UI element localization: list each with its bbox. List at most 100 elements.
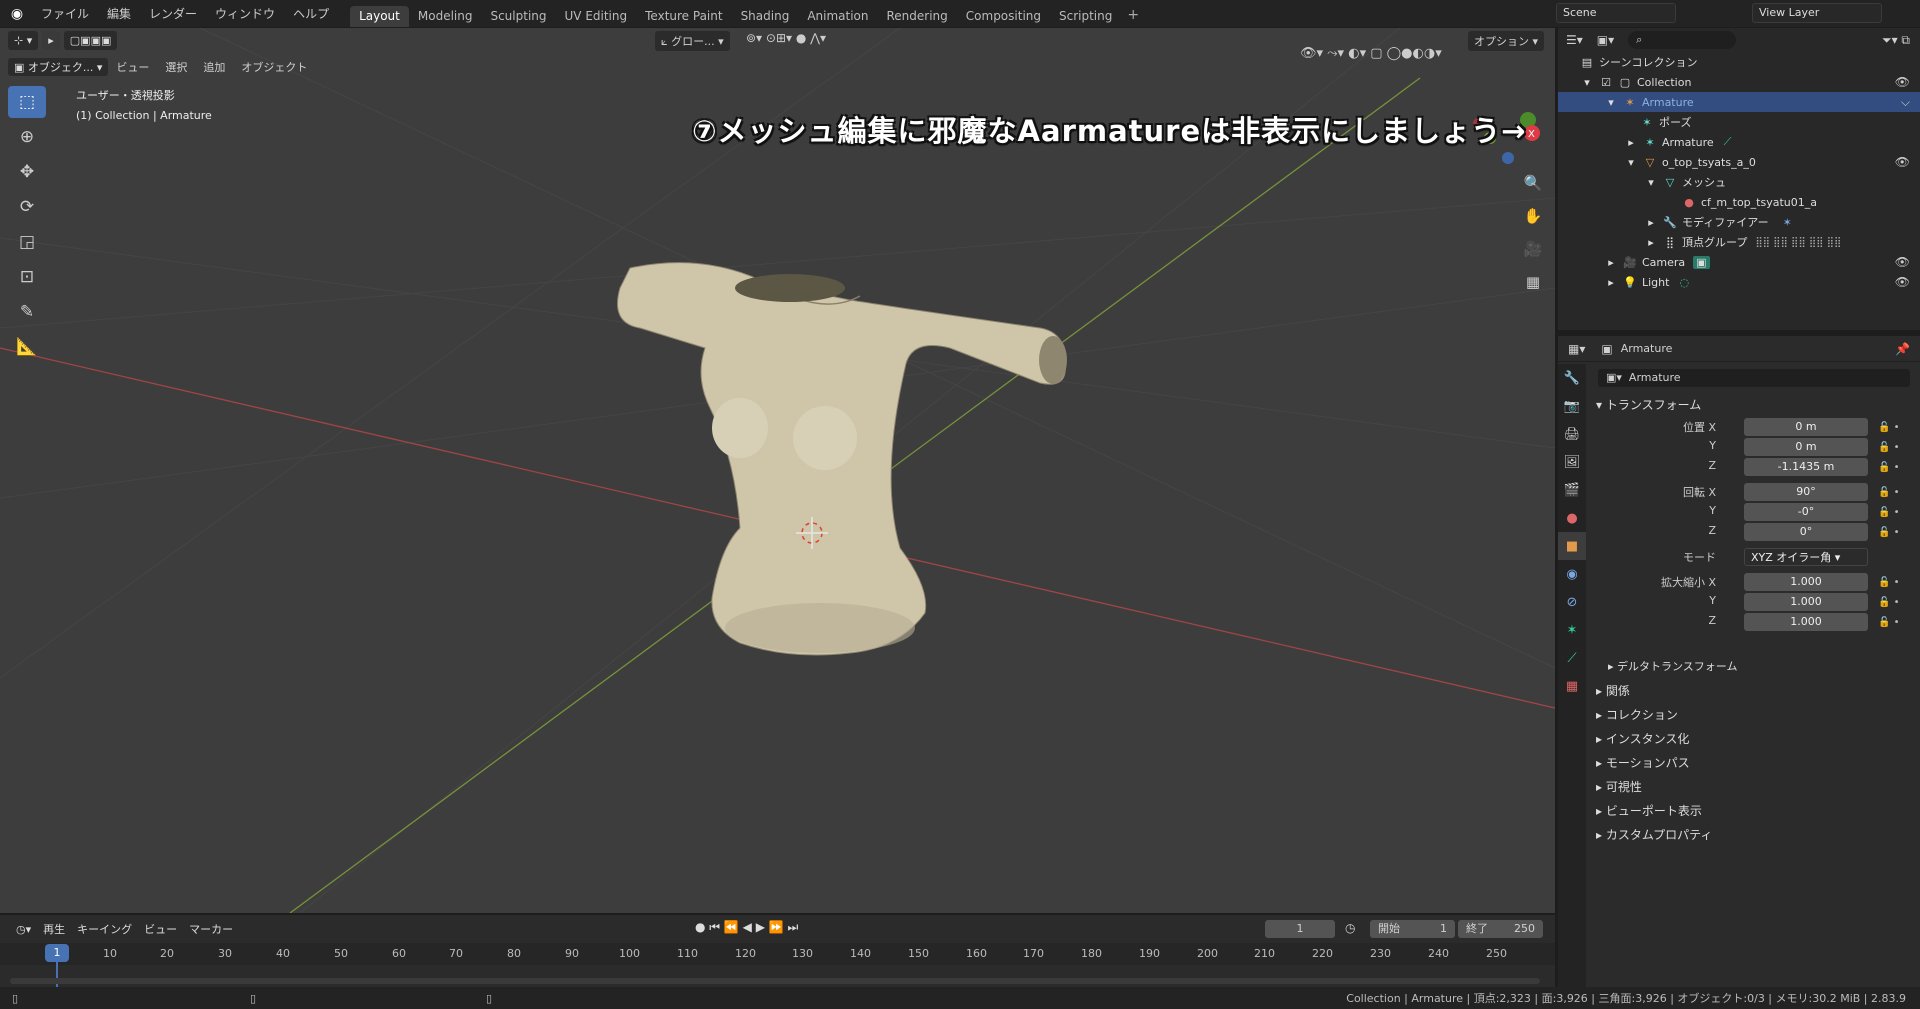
transform-icon[interactable]: ⊡ bbox=[8, 261, 46, 293]
location-z-field[interactable]: -1.1435 m bbox=[1744, 458, 1868, 476]
orientation-dropdown[interactable]: ⟀ グロー... ▾ bbox=[655, 31, 730, 51]
scale-lock-icons[interactable]: 🔓 • 🔓 • 🔓 • bbox=[1878, 573, 1900, 633]
viewport-overlay-icons[interactable]: 👁▾ ⤳▾ ◐▾ ▢ ◯●◐◑▾ bbox=[1300, 46, 1442, 61]
filter-icon[interactable]: ⏷▾ ⧉ bbox=[1882, 33, 1910, 48]
tab-uv-editing[interactable]: UV Editing bbox=[556, 6, 637, 27]
menu-window[interactable]: ウィンドウ bbox=[206, 5, 284, 22]
tab-animation[interactable]: Animation bbox=[798, 6, 877, 27]
tab-layout[interactable]: Layout bbox=[350, 6, 409, 27]
viewport-menu-view[interactable]: ビュー bbox=[108, 59, 157, 75]
outliner-row-mesh[interactable]: ▾ ▽ メッシュ bbox=[1558, 172, 1920, 192]
bone-tab-icon[interactable]: ⟋ bbox=[1558, 644, 1586, 672]
rotation-x-field[interactable]: 90° bbox=[1744, 483, 1868, 501]
clock-icon[interactable]: ◷ bbox=[1345, 921, 1355, 935]
pin-icon[interactable]: 📌 bbox=[1895, 342, 1910, 356]
ortho-grid-icon[interactable]: ▦ bbox=[1518, 267, 1548, 297]
timeline-menu-view[interactable]: ビュー bbox=[138, 921, 183, 937]
timeline-scrollbar[interactable] bbox=[10, 978, 1540, 984]
editor-type-button[interactable]: ⊹ ▾ bbox=[8, 31, 39, 50]
timeline-menu-keying[interactable]: キーイング bbox=[71, 921, 138, 937]
object-tab-icon[interactable]: ■ bbox=[1558, 532, 1586, 560]
end-frame-field[interactable]: 終了 250 bbox=[1458, 920, 1543, 938]
outliner-row-modifiers[interactable]: ▸ 🔧 モディファイアー ✶ bbox=[1558, 212, 1920, 232]
tab-scripting[interactable]: Scripting bbox=[1050, 6, 1121, 27]
outliner-row-light[interactable]: ▸ 💡 Light ◌ 👁 bbox=[1558, 272, 1920, 292]
outliner-row-armature[interactable]: ▾ ✶ Armature ⌵ bbox=[1558, 92, 1920, 112]
scene-collection-row[interactable]: ▤ シーンコレクション bbox=[1558, 52, 1920, 72]
display-mode-icon[interactable]: ▣▾ bbox=[1597, 33, 1614, 47]
location-x-field[interactable]: 0 m bbox=[1744, 418, 1868, 436]
outliner-row-collection[interactable]: ▾ ☑ ▢ Collection 👁 bbox=[1558, 72, 1920, 92]
select-mode-icon[interactable]: ▸ bbox=[42, 31, 60, 50]
expand-icon[interactable]: ▾ bbox=[1624, 156, 1638, 169]
expand-icon[interactable]: ▾ bbox=[1580, 76, 1594, 89]
output-tab-icon[interactable]: 🖨 bbox=[1558, 420, 1586, 448]
section-instancing[interactable]: ▸ インスタンス化 bbox=[1596, 730, 1689, 747]
object-data-tab-icon[interactable]: ✶ bbox=[1558, 616, 1586, 644]
expand-icon[interactable]: ▸ bbox=[1604, 276, 1618, 289]
scale-icon[interactable]: ◲ bbox=[8, 226, 46, 258]
outliner-row-vertex-groups[interactable]: ▸ ⣿ 頂点グループ ⣿⣿ ⣿⣿ ⣿⣿ ⣿⣿ ⣿⣿ bbox=[1558, 232, 1920, 252]
checkbox-icon[interactable]: ☑ bbox=[1599, 76, 1613, 89]
hide-toggle-icon[interactable]: ⌵ bbox=[1901, 95, 1910, 110]
scale-y-field[interactable]: 1.000 bbox=[1744, 593, 1868, 611]
expand-icon[interactable]: ▸ bbox=[1624, 136, 1638, 149]
outliner-row-pose[interactable]: ✶ ポーズ bbox=[1558, 112, 1920, 132]
outliner-row-material[interactable]: ● cf_m_top_tsyatu01_a bbox=[1558, 192, 1920, 212]
expand-icon[interactable]: ▸ bbox=[1644, 216, 1658, 229]
expand-icon[interactable]: ▾ bbox=[1604, 96, 1618, 109]
constraints-tab-icon[interactable]: ⊘ bbox=[1558, 588, 1586, 616]
tab-shading[interactable]: Shading bbox=[732, 6, 799, 27]
menu-render[interactable]: レンダー bbox=[140, 5, 206, 22]
render-tab-icon[interactable]: 📷 bbox=[1558, 392, 1586, 420]
timeline-menu-playback[interactable]: 再生 bbox=[37, 921, 71, 937]
options-dropdown[interactable]: オプション ▾ bbox=[1468, 31, 1545, 51]
location-y-field[interactable]: 0 m bbox=[1744, 438, 1868, 456]
rotation-y-field[interactable]: -0° bbox=[1744, 503, 1868, 521]
transform-header[interactable]: ▾ トランスフォーム bbox=[1596, 396, 1701, 413]
pivot-snap-icons[interactable]: ⊚▾ ⊙⊞▾ ● ⋀▾ bbox=[746, 31, 826, 45]
physics-tab-icon[interactable]: ◉ bbox=[1558, 560, 1586, 588]
current-frame-field[interactable]: 1 bbox=[1265, 920, 1335, 938]
3d-viewport[interactable]: X ⊹ ▾ ▸ ▢▣▣▣ ▣ オブジェク... ▾ ビュー 選択 追加 オブジェ… bbox=[0, 28, 1555, 913]
scene-selector[interactable]: Scene bbox=[1556, 3, 1676, 23]
tab-sculpting[interactable]: Sculpting bbox=[481, 6, 555, 27]
outliner-search-input[interactable]: ⌕ bbox=[1628, 31, 1737, 49]
zoom-icon[interactable]: 🔍 bbox=[1518, 168, 1548, 198]
viewport-menu-select[interactable]: 選択 bbox=[157, 59, 195, 75]
scene-tab-icon[interactable]: 🎬 bbox=[1558, 476, 1586, 504]
menu-edit[interactable]: 編集 bbox=[98, 5, 140, 22]
pan-hand-icon[interactable]: ✋ bbox=[1518, 201, 1548, 231]
timeline-ruler[interactable]: 10 20 30 40 50 60 70 80 90 100 110 120 1… bbox=[0, 943, 1555, 965]
cursor-icon[interactable]: ⊕ bbox=[8, 121, 46, 153]
tab-modeling[interactable]: Modeling bbox=[409, 6, 482, 27]
menu-help[interactable]: ヘルプ bbox=[284, 5, 338, 22]
scale-x-field[interactable]: 1.000 bbox=[1744, 573, 1868, 591]
tab-rendering[interactable]: Rendering bbox=[878, 6, 957, 27]
outliner-row-armature-data[interactable]: ▸ ✶ Armature ⟋ bbox=[1558, 132, 1920, 152]
delta-transform-section[interactable]: ▸ デルタトランスフォーム bbox=[1608, 658, 1737, 674]
outliner-row-mesh-object[interactable]: ▾ ▽ o_top_tsyats_a_0 👁 bbox=[1558, 152, 1920, 172]
tool-tab-icon[interactable]: 🔧 bbox=[1558, 364, 1586, 392]
expand-icon[interactable]: ▾ bbox=[1644, 176, 1658, 189]
section-motion-paths[interactable]: ▸ モーションパス bbox=[1596, 754, 1690, 771]
object-name-field[interactable]: ▣▾ Armature bbox=[1598, 369, 1910, 387]
outliner-type-icon[interactable]: ☰▾ bbox=[1566, 33, 1583, 47]
view-layer-tab-icon[interactable]: 🖼 bbox=[1558, 448, 1586, 476]
tab-compositing[interactable]: Compositing bbox=[957, 6, 1050, 27]
properties-type-icon[interactable]: ▦▾ bbox=[1568, 342, 1585, 356]
move-icon[interactable]: ✥ bbox=[8, 156, 46, 188]
camera-view-icon[interactable]: 🎥 bbox=[1518, 234, 1548, 264]
viewport-menu-add[interactable]: 追加 bbox=[195, 59, 233, 75]
start-frame-field[interactable]: 開始 1 bbox=[1370, 920, 1455, 938]
select-box-icon[interactable]: ⬚ bbox=[8, 86, 46, 118]
rotation-z-field[interactable]: 0° bbox=[1744, 523, 1868, 541]
annotate-icon[interactable]: ✎ bbox=[8, 296, 46, 328]
add-workspace-icon[interactable]: + bbox=[1121, 6, 1145, 27]
timeline-editor-icon[interactable]: ◷▾ bbox=[10, 923, 37, 936]
section-relations[interactable]: ▸ 関係 bbox=[1596, 682, 1630, 699]
scale-z-field[interactable]: 1.000 bbox=[1744, 613, 1868, 631]
section-custom-properties[interactable]: ▸ カスタムプロパティ bbox=[1596, 826, 1712, 843]
eye-icon[interactable]: 👁 bbox=[1895, 155, 1910, 169]
outliner-row-camera[interactable]: ▸ 🎥 Camera ▣ 👁 bbox=[1558, 252, 1920, 272]
